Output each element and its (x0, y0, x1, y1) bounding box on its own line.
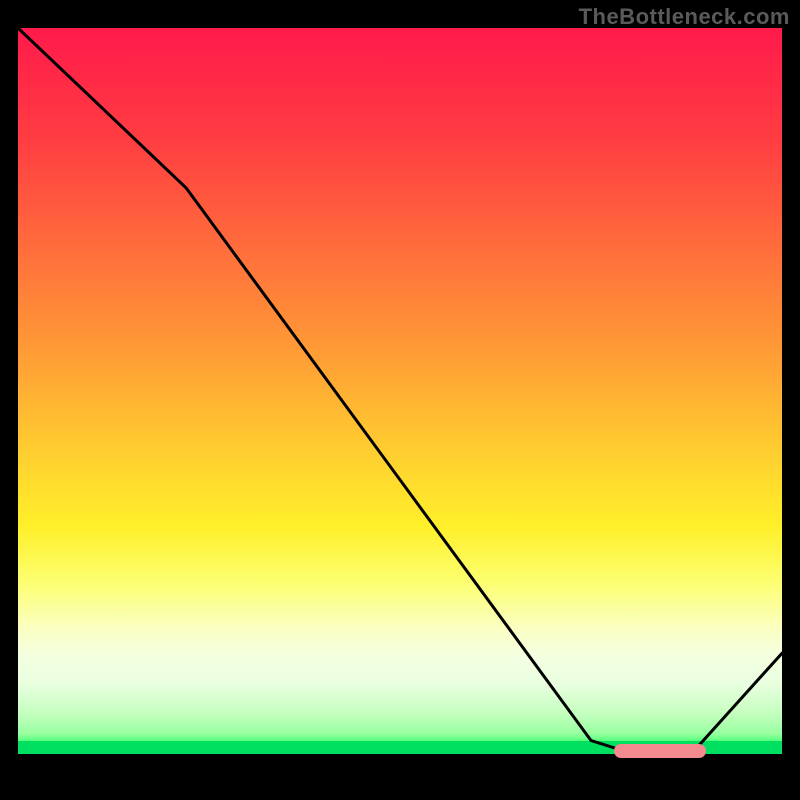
chart-container: TheBottleneck.com (0, 0, 800, 800)
curve-layer (18, 28, 782, 755)
watermark-text: TheBottleneck.com (579, 4, 790, 30)
optimal-range-marker (614, 744, 706, 758)
plot-area (18, 28, 782, 782)
bottleneck-curve (18, 28, 782, 755)
